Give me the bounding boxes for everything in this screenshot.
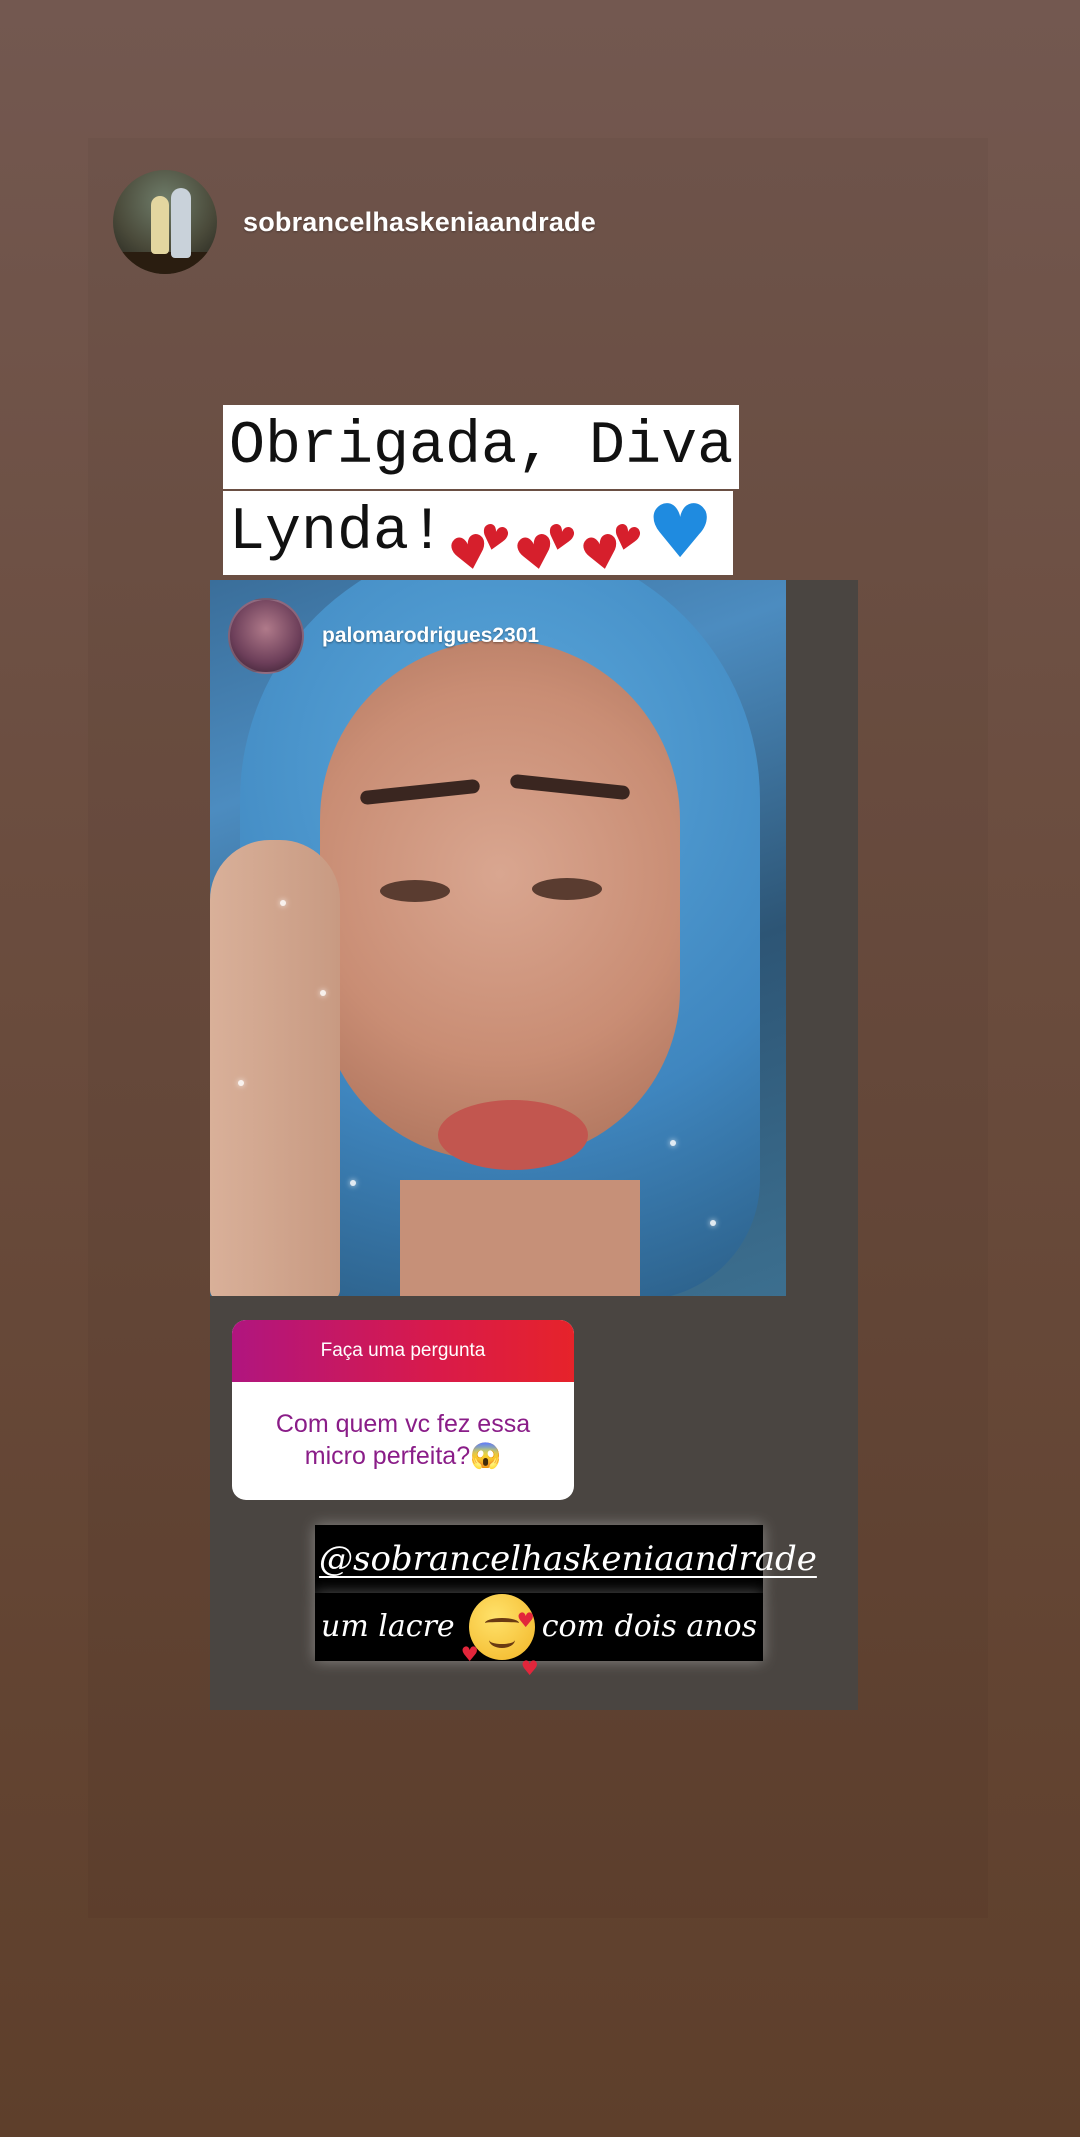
answer-mention[interactable]: @sobrancelhaskeniaandrade: [315, 1525, 817, 1593]
author-username[interactable]: sobrancelhaskeniaandrade: [243, 207, 596, 238]
photo-eye-right: [532, 878, 602, 900]
two-hearts-icon: ♥ ♥: [575, 516, 646, 584]
photo-eye-left: [380, 880, 450, 902]
shared-post-header: palomarodrigues2301: [228, 598, 539, 674]
photo-face: [320, 640, 680, 1160]
smiling-face-with-hearts-icon: ♥ ♥ ♥: [461, 1590, 539, 1680]
question-sticker[interactable]: Faça uma pergunta Com quem vc fez essa m…: [232, 1320, 574, 1500]
sparkle-icon: [670, 1140, 676, 1146]
answer-line-2: um lacre ♥ ♥ ♥ com dois anos: [315, 1590, 763, 1680]
blue-heart-icon: ♥: [647, 489, 714, 576]
two-hearts-icon: ♥ ♥: [443, 516, 514, 584]
caption-line-2-text: Lynda!: [229, 499, 446, 567]
sparkle-icon: [320, 990, 326, 996]
answer-line-2-start: um lacre: [321, 1609, 455, 1644]
answer-text-block: @sobrancelhaskeniaandrade um lacre ♥ ♥ ♥…: [315, 1525, 817, 1680]
answer-line-2-end: com dois anos: [541, 1609, 757, 1644]
avatar-figure-man: [171, 188, 191, 258]
avatar-figure-woman: [151, 196, 169, 254]
caption-line-2: Lynda! ♥ ♥ ♥ ♥ ♥ ♥ ♥: [223, 489, 734, 584]
shared-post-photo: palomarodrigues2301: [210, 580, 786, 1296]
photo-hand: [210, 840, 340, 1296]
shared-post-username[interactable]: palomarodrigues2301: [322, 624, 539, 648]
avatar-stage: [113, 252, 217, 274]
shared-post-avatar[interactable]: [228, 598, 304, 674]
caption-line-1: Obrigada, Diva: [223, 405, 740, 489]
question-sticker-text: Com quem vc fez essa micro perfeita?😱: [275, 1410, 531, 1470]
two-hearts-icon: ♥ ♥: [509, 516, 580, 584]
photo-neck: [400, 1180, 640, 1296]
question-sticker-header: Faça uma pergunta: [232, 1320, 574, 1382]
author-avatar[interactable]: [113, 170, 217, 274]
sparkle-icon: [238, 1080, 244, 1086]
sparkle-icon: [710, 1220, 716, 1226]
story-header: sobrancelhaskeniaandrade: [113, 170, 596, 274]
sparkle-icon: [350, 1180, 356, 1186]
photo-lips: [438, 1100, 588, 1170]
sparkle-icon: [280, 900, 286, 906]
